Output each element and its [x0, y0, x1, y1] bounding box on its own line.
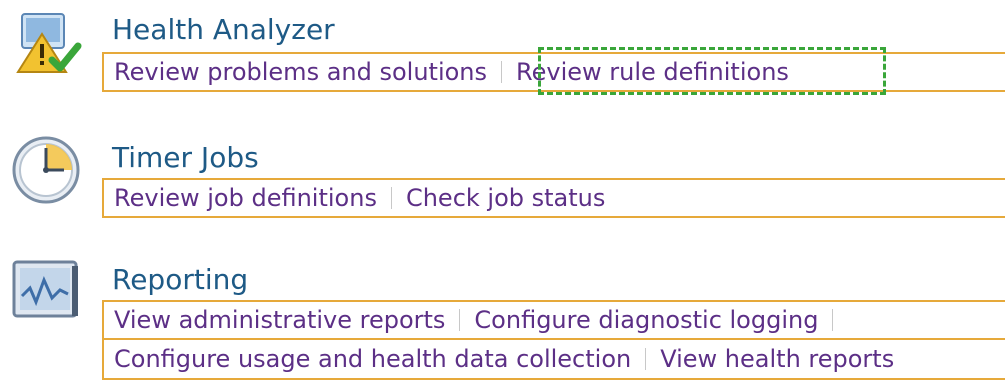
link-separator	[645, 348, 647, 370]
health-analyzer-links: Review problems and solutions Review rul…	[102, 52, 1005, 92]
link-separator	[390, 187, 392, 209]
health-analyzer-icon	[8, 4, 86, 82]
configure-diagnostic-logging-link[interactable]: Configure diagnostic logging	[472, 306, 820, 334]
link-separator	[501, 61, 503, 83]
section-reporting: Reporting View administrative reports Co…	[0, 246, 1005, 383]
review-rule-definitions-link[interactable]: Review rule definitions	[514, 58, 791, 86]
check-job-status-link[interactable]: Check job status	[404, 184, 607, 212]
link-separator	[832, 309, 834, 331]
timer-jobs-links: Review job definitions Check job status	[102, 178, 1005, 218]
configure-usage-health-link[interactable]: Configure usage and health data collecti…	[112, 345, 633, 373]
monitor-chart-icon	[8, 252, 86, 330]
view-health-reports-link[interactable]: View health reports	[658, 345, 896, 373]
section-health-analyzer: Health Analyzer Review problems and solu…	[0, 0, 1005, 110]
health-analyzer-title[interactable]: Health Analyzer	[112, 16, 335, 44]
reporting-links-row2: Configure usage and health data collecti…	[102, 340, 1005, 380]
review-job-definitions-link[interactable]: Review job definitions	[112, 184, 379, 212]
view-admin-reports-link[interactable]: View administrative reports	[112, 306, 447, 334]
timer-jobs-title[interactable]: Timer Jobs	[112, 144, 259, 172]
section-timer-jobs: Timer Jobs Review job definitions Check …	[0, 120, 1005, 230]
link-separator	[459, 309, 461, 331]
review-problems-link[interactable]: Review problems and solutions	[112, 58, 489, 86]
clock-icon	[8, 130, 86, 208]
reporting-links-row1: View administrative reports Configure di…	[102, 300, 1005, 340]
reporting-title[interactable]: Reporting	[112, 266, 248, 294]
